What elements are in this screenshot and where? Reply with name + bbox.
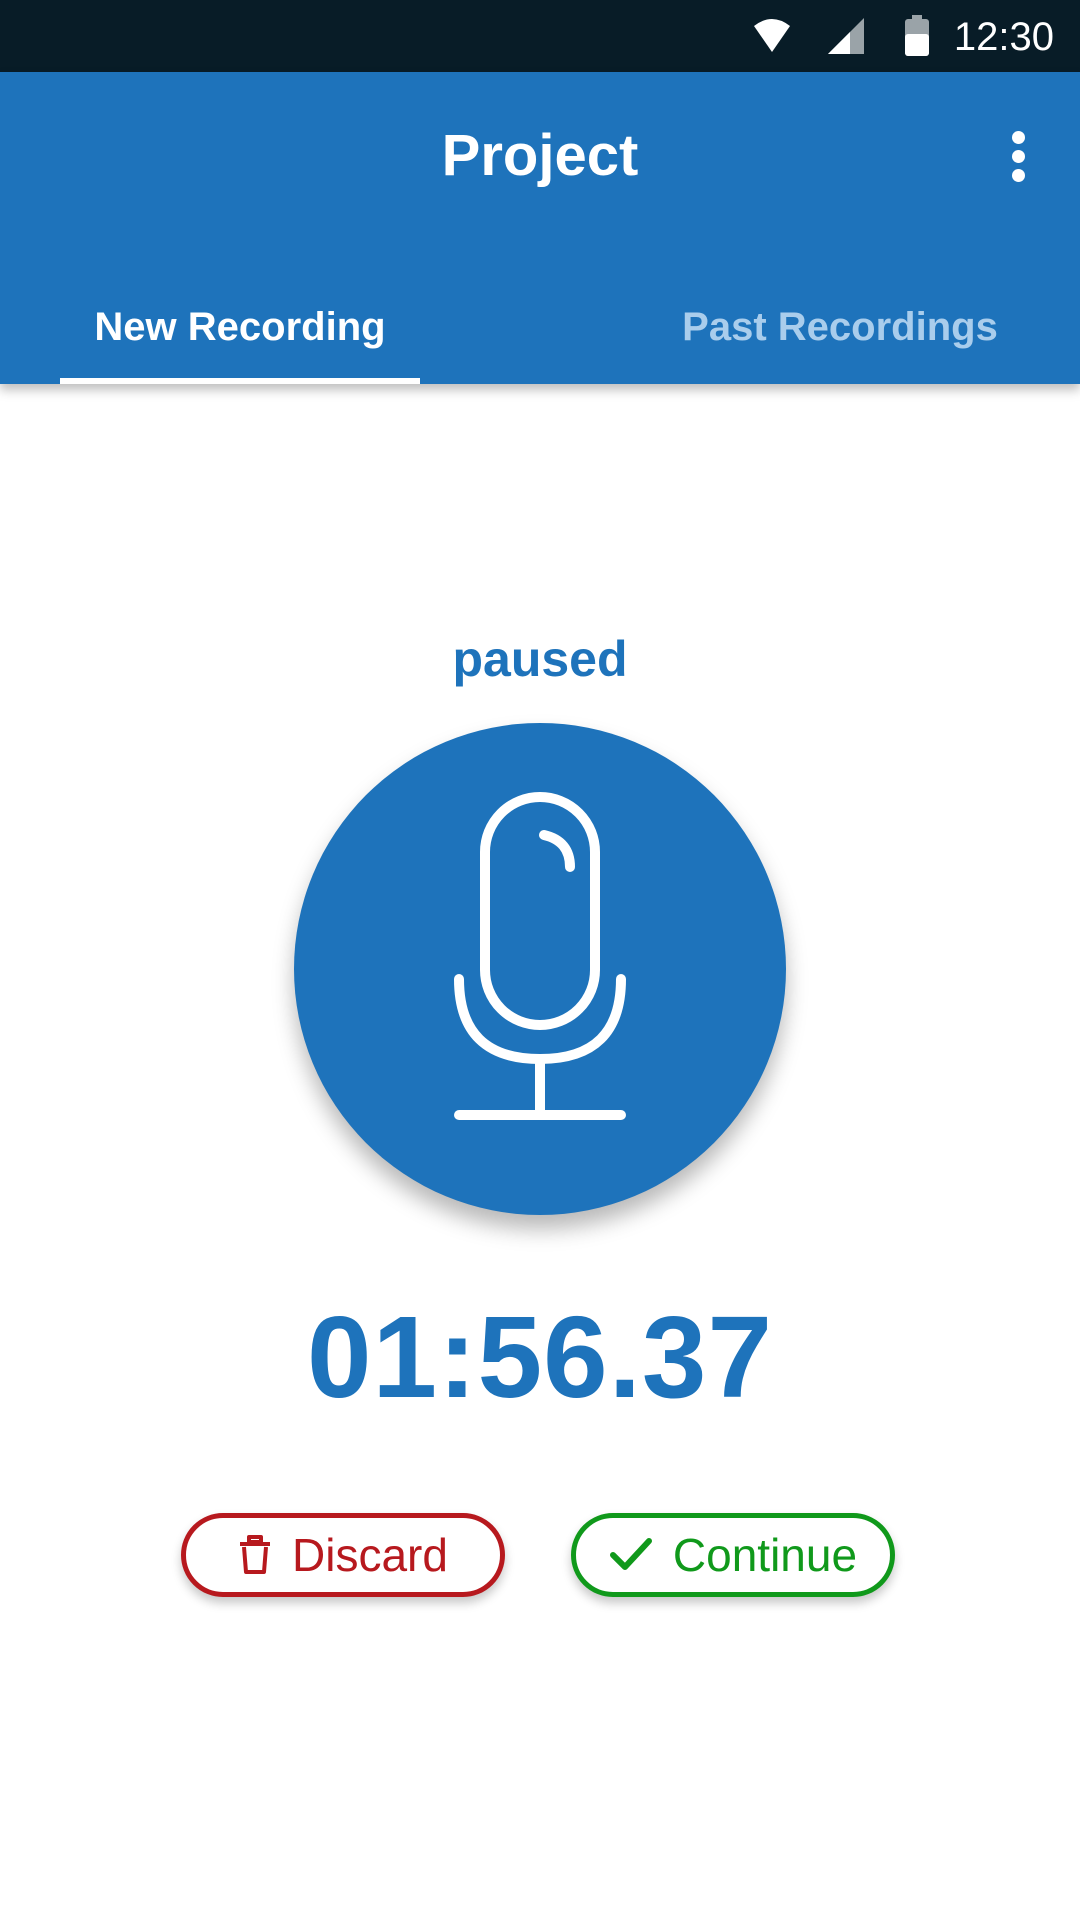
continue-button[interactable]: Continue [571, 1513, 895, 1597]
cellular-signal-icon [826, 0, 866, 72]
discard-label: Discard [292, 1529, 448, 1581]
recording-state-label: paused [452, 631, 628, 687]
tab-indicator [60, 378, 420, 384]
more-vert-icon[interactable] [988, 126, 1048, 186]
record-button[interactable] [294, 723, 786, 1215]
page-title: Project [441, 123, 639, 188]
microphone-icon [454, 792, 626, 1120]
tab-new-recording[interactable]: New Recording [60, 272, 420, 384]
battery-icon [904, 0, 930, 72]
status-bar: 12:30 [0, 0, 1080, 72]
continue-label: Continue [672, 1529, 858, 1581]
wifi-icon [752, 0, 792, 72]
check-icon [609, 1537, 653, 1573]
trash-icon [238, 1535, 272, 1575]
app-bar: Project New Recording Past Recordings [0, 72, 1080, 384]
tab-past-recordings[interactable]: Past Recordings [660, 272, 1020, 384]
elapsed-time: 01:56.37 [307, 1292, 773, 1422]
discard-button[interactable]: Discard [181, 1513, 505, 1597]
status-time: 12:30 [953, 15, 1054, 59]
